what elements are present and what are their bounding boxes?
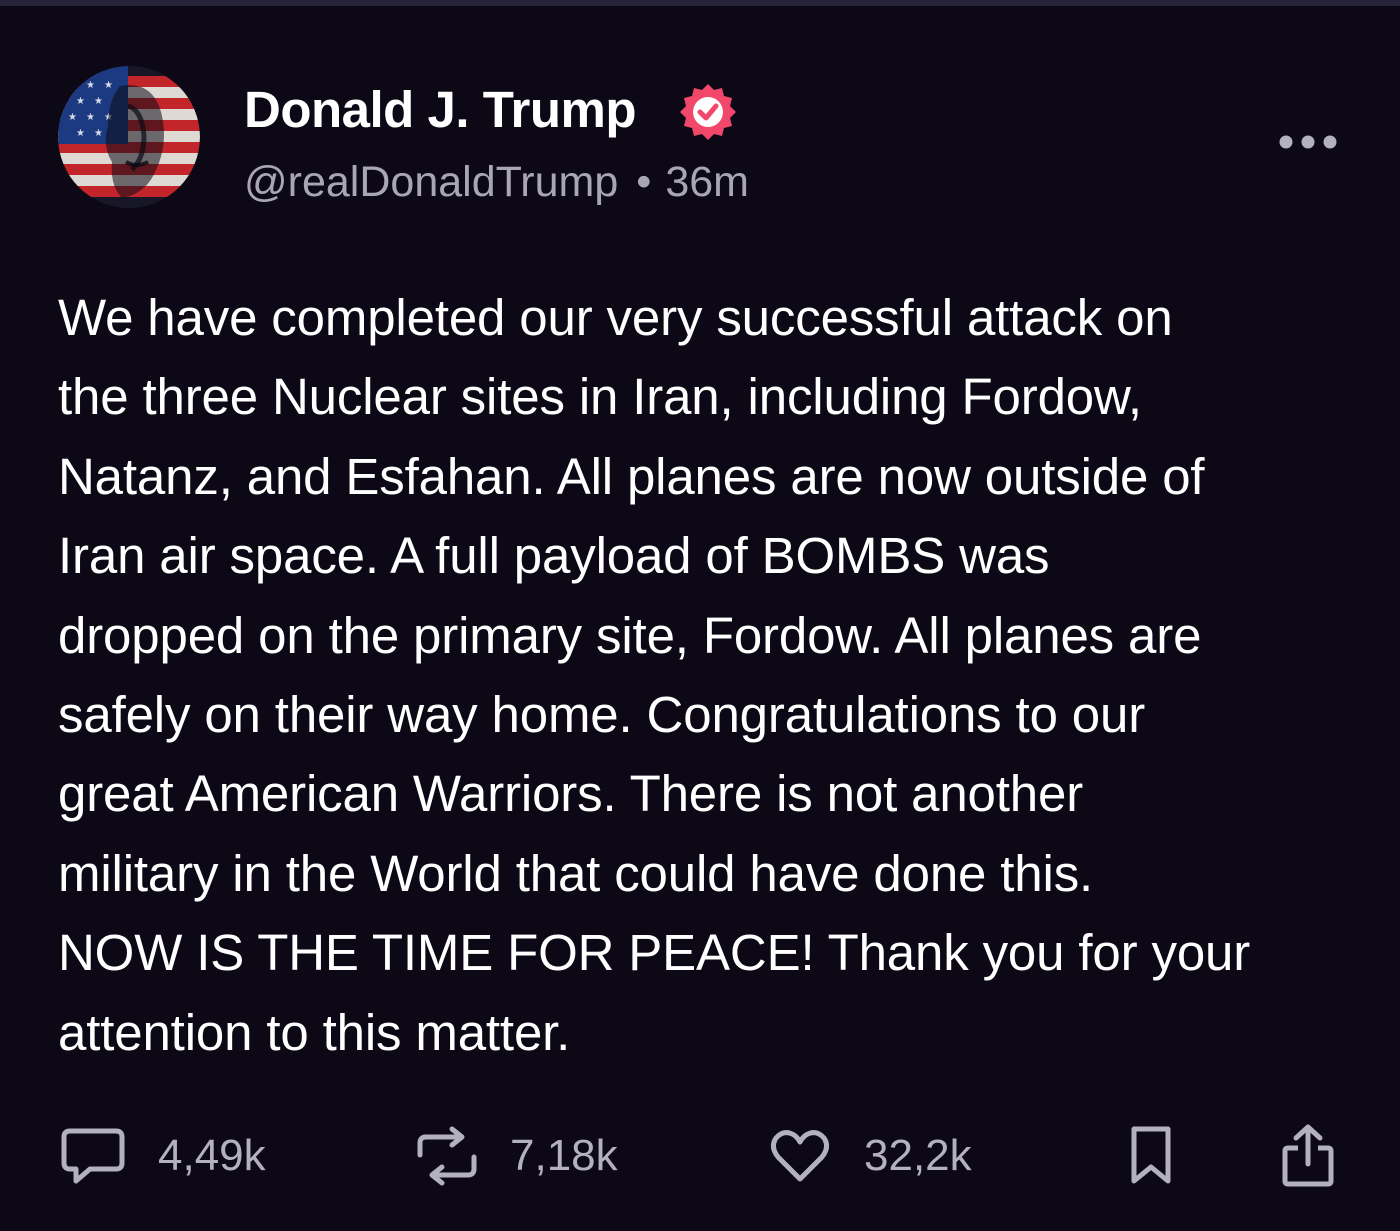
ellipsis-icon [1279, 135, 1337, 149]
separator-dot: • [636, 158, 652, 206]
like-count: 32,2k [864, 1131, 972, 1180]
post-time[interactable]: 36m [665, 158, 749, 206]
svg-text:★: ★ [68, 80, 77, 91]
post-actions-bar: 4,49k 7,18k 32,2k [0, 1116, 1400, 1196]
share-button[interactable] [1280, 1116, 1336, 1196]
repost-button[interactable]: 7,18k [412, 1116, 618, 1196]
bookmark-icon [1131, 1126, 1171, 1184]
author-name[interactable]: Donald J. Trump [244, 78, 637, 142]
post-body-text: We have completed our very successful at… [58, 289, 1251, 1061]
flag-portrait-avatar-icon: ★★★ ★★ ★★★ ★★ [58, 66, 200, 208]
avatar[interactable]: ★★★ ★★ ★★★ ★★ [58, 66, 200, 208]
more-options-button[interactable] [1276, 120, 1342, 164]
repost-icon [417, 1126, 477, 1186]
comment-icon [61, 1128, 125, 1184]
bookmark-button[interactable] [1128, 1116, 1174, 1196]
heart-icon [770, 1130, 830, 1182]
share-icon [1282, 1124, 1334, 1187]
repost-count: 7,18k [510, 1131, 618, 1180]
reply-button[interactable]: 4,49k [60, 1116, 266, 1196]
verified-badge-icon [678, 82, 738, 142]
author-handle[interactable]: @realDonaldTrump [244, 158, 618, 206]
post-card: ★★★ ★★ ★★★ ★★ Donald J. Trump @realDonal… [0, 6, 1400, 1231]
handle-line: @realDonaldTrump • 36m [244, 154, 749, 210]
reply-count: 4,49k [158, 1131, 266, 1180]
like-button[interactable]: 32,2k [770, 1116, 972, 1196]
